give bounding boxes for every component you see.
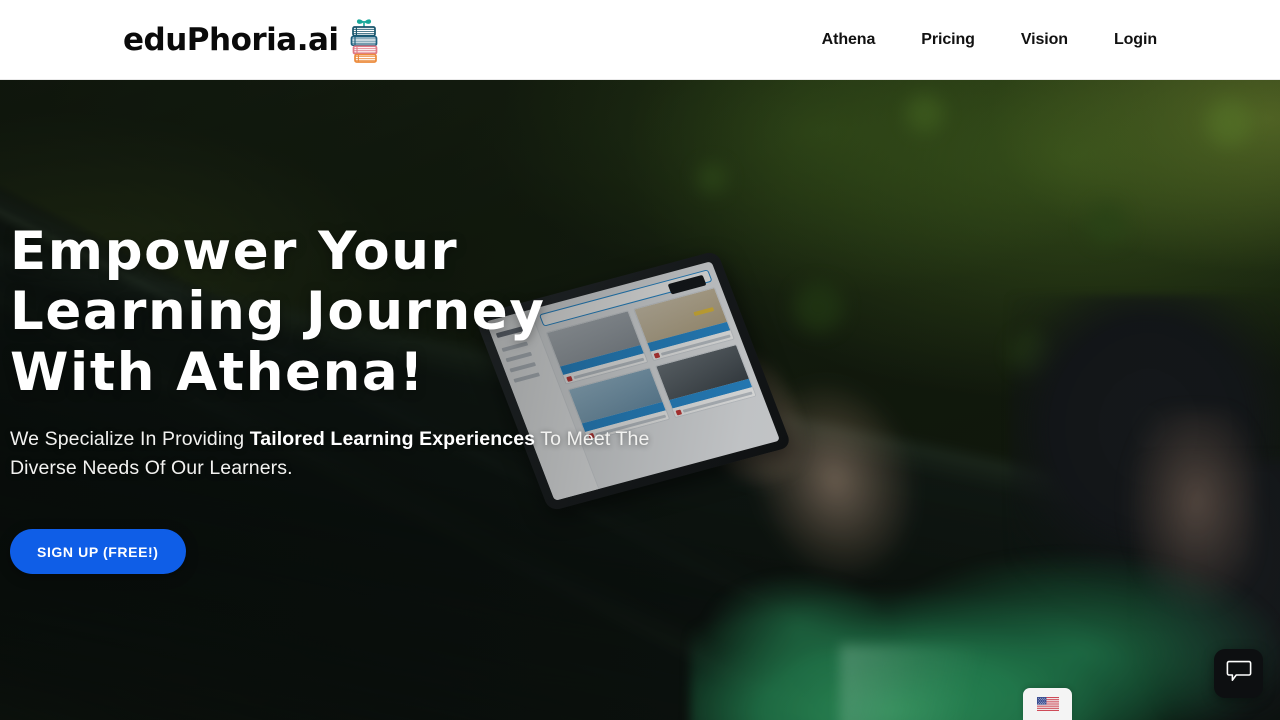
logo-text: eduPhoria.ai bbox=[123, 21, 339, 58]
sign-up-button[interactable]: SIGN UP (FREE!) bbox=[10, 529, 186, 574]
chat-launcher-button[interactable] bbox=[1214, 649, 1263, 698]
main-navigation: Athena Pricing Vision Login bbox=[799, 0, 1180, 80]
book-stack-sprout-icon bbox=[344, 16, 384, 64]
nav-link-vision[interactable]: Vision bbox=[998, 31, 1091, 49]
nav-link-pricing[interactable]: Pricing bbox=[898, 31, 998, 49]
subtitle-emphasis: Tailored Learning Experiences bbox=[249, 428, 536, 450]
subtitle-part-1: We Specialize In Providing bbox=[10, 428, 250, 450]
nav-link-login[interactable]: Login bbox=[1091, 31, 1180, 49]
chat-bubble-icon bbox=[1226, 659, 1252, 688]
headline-line-3: With Athena! bbox=[10, 341, 426, 403]
logo-link[interactable]: eduPhoria.ai bbox=[123, 0, 384, 80]
headline-line-1: Empower Your bbox=[10, 221, 459, 282]
hero-subtitle: We Specialize In Providing Tailored Lear… bbox=[10, 425, 710, 482]
hero-section: Empower Your Learning Journey With Athen… bbox=[0, 80, 1280, 720]
us-flag-icon bbox=[1036, 697, 1059, 711]
page-title: Empower Your Learning Journey With Athen… bbox=[10, 221, 546, 403]
headline-line-2: Learning Journey bbox=[10, 281, 546, 343]
nav-link-athena[interactable]: Athena bbox=[799, 31, 899, 49]
hero-content: Empower Your Learning Journey With Athen… bbox=[10, 80, 770, 720]
language-selector[interactable] bbox=[1023, 688, 1072, 720]
site-header: eduPhoria.ai Athena Pricing Vision Login bbox=[0, 0, 1280, 80]
